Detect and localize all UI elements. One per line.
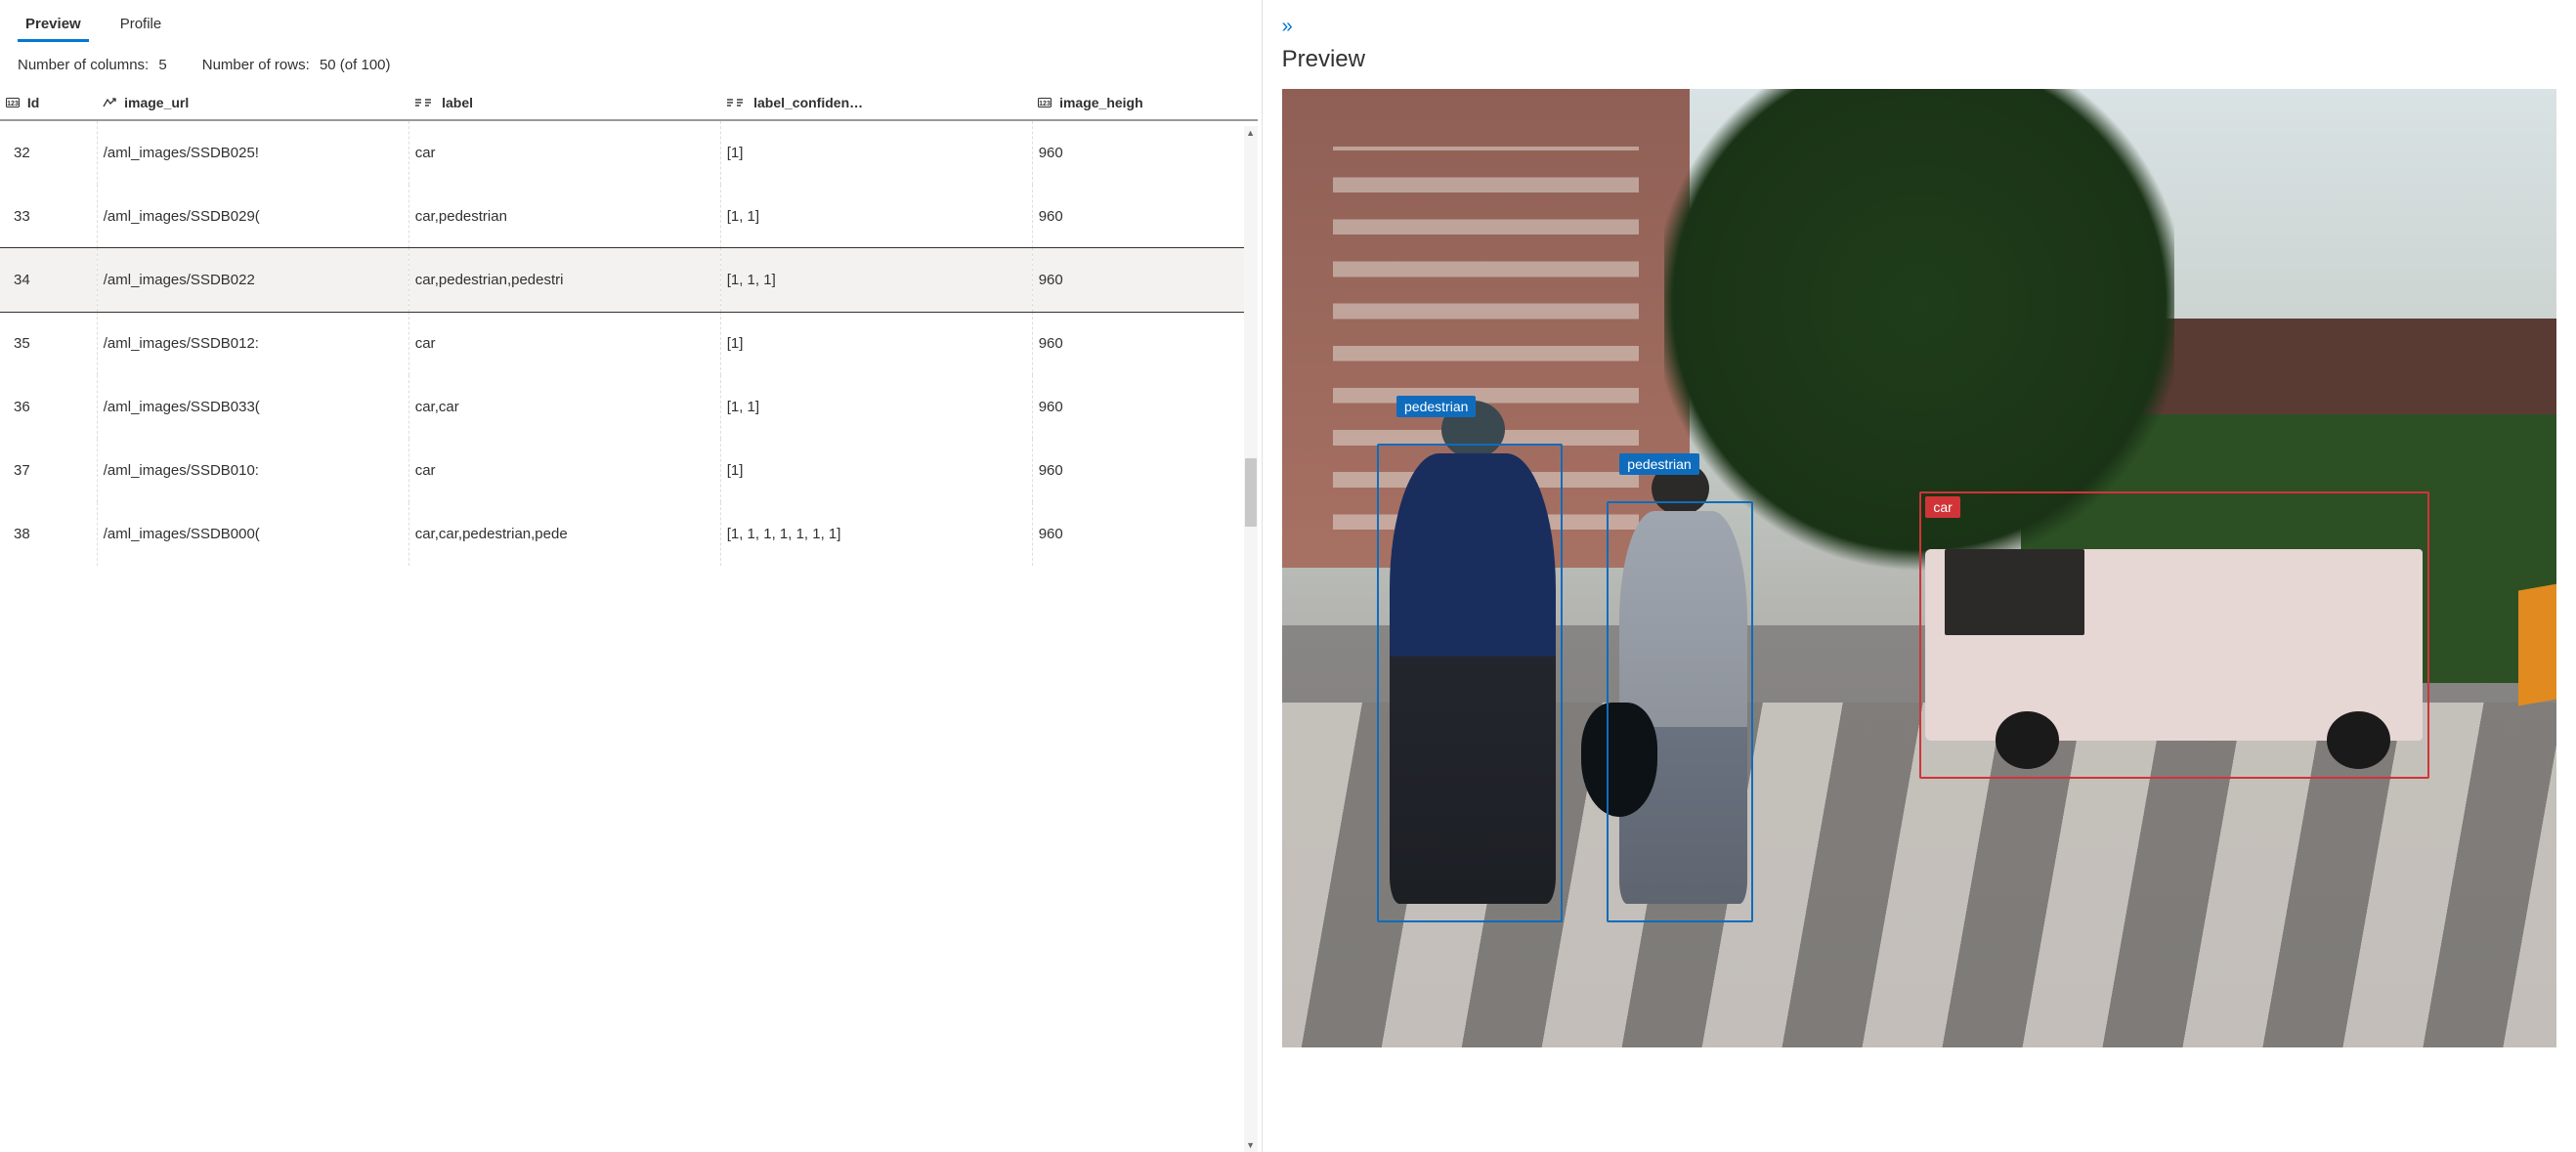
text-array-type-icon <box>726 96 746 111</box>
vertical-scrollbar[interactable]: ▲ ▼ <box>1244 126 1258 1152</box>
annotation-bbox-car[interactable] <box>1919 491 2429 779</box>
table-cell: car <box>408 439 720 502</box>
table-cell: [1] <box>720 312 1032 375</box>
image-preview[interactable]: pedestrian pedestrian car <box>1282 89 2556 1047</box>
annotation-bbox-pedestrian[interactable] <box>1607 501 1753 923</box>
scroll-up-arrow-icon[interactable]: ▲ <box>1244 126 1258 140</box>
table-cell: car,pedestrian <box>408 185 720 248</box>
annotation-label-car[interactable]: car <box>1925 496 1959 518</box>
table-cell: 35 <box>0 312 97 375</box>
table-cell: 38 <box>0 502 97 566</box>
table-row[interactable]: 35/aml_images/SSDB012:car[1]960 <box>0 312 1258 375</box>
column-header-id[interactable]: 123 Id <box>0 87 97 120</box>
stats-row: Number of columns: 5 Number of rows: 50 … <box>0 43 1258 87</box>
annotation-bbox-pedestrian[interactable] <box>1377 444 1562 922</box>
annotation-label-pedestrian[interactable]: pedestrian <box>1619 453 1698 475</box>
table-cell: [1] <box>720 439 1032 502</box>
tab-bar: Preview Profile <box>0 0 1258 43</box>
table-cell: 37 <box>0 439 97 502</box>
tab-preview[interactable]: Preview <box>18 10 89 42</box>
table-cell: 960 <box>1032 502 1257 566</box>
table-cell: 36 <box>0 375 97 439</box>
table-cell: /aml_images/SSDB022 <box>97 248 408 312</box>
table-cell: 34 <box>0 248 97 312</box>
table-cell: 960 <box>1032 248 1257 312</box>
numeric-type-icon: 123 <box>1038 96 1052 111</box>
table-cell: 960 <box>1032 439 1257 502</box>
scroll-thumb[interactable] <box>1245 458 1257 527</box>
table-row[interactable]: 37/aml_images/SSDB010:car[1]960 <box>0 439 1258 502</box>
table-row[interactable]: 34/aml_images/SSDB022car,pedestrian,pede… <box>0 248 1258 312</box>
tab-profile[interactable]: Profile <box>112 10 170 42</box>
table-cell: [1, 1] <box>720 185 1032 248</box>
table-cell: /aml_images/SSDB025! <box>97 120 408 185</box>
table-cell: 32 <box>0 120 97 185</box>
column-header-image-url[interactable]: image_url <box>97 87 408 120</box>
table-cell: [1, 1, 1] <box>720 248 1032 312</box>
collapse-panel-button[interactable]: » <box>1282 12 2556 46</box>
numeric-type-icon: 123 <box>6 96 20 111</box>
table-cell: car,pedestrian,pedestri <box>408 248 720 312</box>
table-cell: 960 <box>1032 312 1257 375</box>
rows-count-value: 50 (of 100) <box>320 57 391 73</box>
table-cell: /aml_images/SSDB033( <box>97 375 408 439</box>
column-header-label-confidence[interactable]: label_confiden… <box>720 87 1032 120</box>
table-cell: /aml_images/SSDB000( <box>97 502 408 566</box>
table-cell: /aml_images/SSDB029( <box>97 185 408 248</box>
preview-panel-title: Preview <box>1282 46 2556 73</box>
svg-text:123: 123 <box>7 101 19 107</box>
table-row[interactable]: 32/aml_images/SSDB025!car[1]960 <box>0 120 1258 185</box>
data-table: 123 Id image_url label <box>0 87 1258 566</box>
left-pane: Preview Profile Number of columns: 5 Num… <box>0 0 1263 1152</box>
table-cell: /aml_images/SSDB012: <box>97 312 408 375</box>
text-array-type-icon <box>414 96 434 111</box>
table-cell: 960 <box>1032 120 1257 185</box>
columns-count-label: Number of columns: <box>18 57 149 73</box>
rows-count-label: Number of rows: <box>202 57 310 73</box>
table-row[interactable]: 33/aml_images/SSDB029(car,pedestrian[1, … <box>0 185 1258 248</box>
table-cell: car,car,pedestrian,pede <box>408 502 720 566</box>
chevron-double-right-icon: » <box>1282 16 1289 37</box>
table-cell: 33 <box>0 185 97 248</box>
table-cell: car <box>408 120 720 185</box>
table-cell: [1, 1] <box>720 375 1032 439</box>
table-cell: [1, 1, 1, 1, 1, 1, 1] <box>720 502 1032 566</box>
svg-text:123: 123 <box>1039 101 1051 107</box>
table-row[interactable]: 38/aml_images/SSDB000(car,car,pedestrian… <box>0 502 1258 566</box>
table-cell: 960 <box>1032 375 1257 439</box>
table-row[interactable]: 36/aml_images/SSDB033(car,car[1, 1]960 <box>0 375 1258 439</box>
data-table-wrap: 123 Id image_url label <box>0 87 1258 1152</box>
scroll-down-arrow-icon[interactable]: ▼ <box>1244 1138 1258 1152</box>
column-header-image-height[interactable]: 123 image_heigh <box>1032 87 1257 120</box>
right-pane: » Preview pedestrian pedestrian car <box>1263 0 2576 1152</box>
table-cell: 960 <box>1032 185 1257 248</box>
columns-count-value: 5 <box>158 57 166 73</box>
path-type-icon <box>103 96 116 111</box>
table-cell: car <box>408 312 720 375</box>
annotation-label-pedestrian[interactable]: pedestrian <box>1396 396 1476 417</box>
scene-sign <box>2518 584 2556 706</box>
table-cell: /aml_images/SSDB010: <box>97 439 408 502</box>
table-cell: car,car <box>408 375 720 439</box>
table-cell: [1] <box>720 120 1032 185</box>
column-header-label[interactable]: label <box>408 87 720 120</box>
